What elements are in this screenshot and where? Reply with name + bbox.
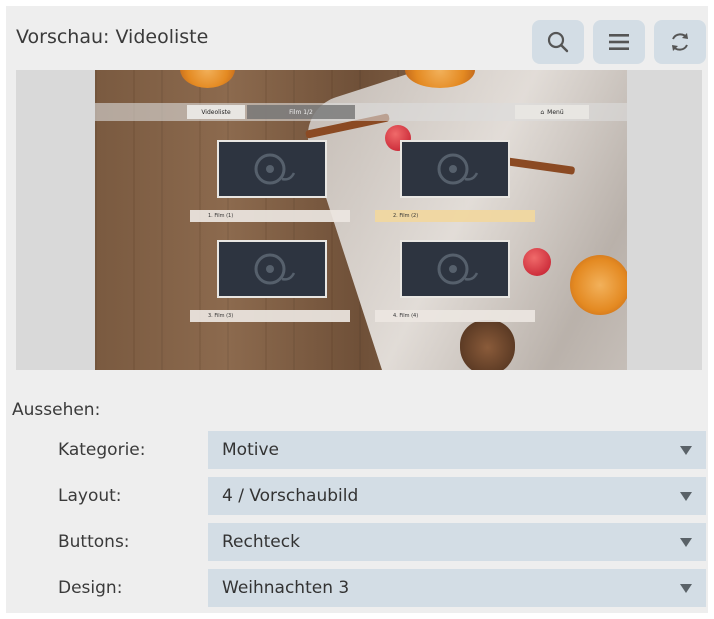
film-reel-icon <box>437 153 479 185</box>
field-label-kategorie: Kategorie: <box>58 440 146 460</box>
preview-tile-label: 3. Film (3) <box>190 310 350 322</box>
orange-slice-decoration <box>180 70 235 88</box>
preview-tile-3 <box>217 240 327 298</box>
chevron-down-icon <box>680 538 692 547</box>
kategorie-select[interactable]: Motive <box>208 431 706 469</box>
preview-nav-menu: ⌂ Menü <box>515 105 589 119</box>
field-label-design: Design: <box>58 578 123 598</box>
section-label-aussehen: Aussehen: <box>12 400 101 420</box>
field-label-buttons: Buttons: <box>58 532 130 552</box>
layout-select-value: 4 / Vorschaubild <box>222 486 359 506</box>
buttons-select-value: Rechteck <box>222 532 300 552</box>
preview-image: Videoliste Film 1/2 ⌂ Menü 1. Film (1) 2… <box>95 70 627 370</box>
menu-button[interactable] <box>593 20 645 64</box>
preview-tile-label: 4. Film (4) <box>375 310 535 322</box>
chevron-down-icon <box>680 584 692 593</box>
chevron-down-icon <box>680 492 692 501</box>
preview-nav-tab-videoliste: Videoliste <box>187 105 245 119</box>
film-reel-icon <box>254 253 296 285</box>
film-reel-icon <box>254 153 296 185</box>
field-label-layout: Layout: <box>58 486 122 506</box>
apple-decoration <box>523 248 551 276</box>
buttons-select[interactable]: Rechteck <box>208 523 706 561</box>
layout-select[interactable]: 4 / Vorschaubild <box>208 477 706 515</box>
refresh-button[interactable] <box>654 20 706 64</box>
preview-tile-2 <box>400 140 510 198</box>
refresh-icon <box>672 33 688 51</box>
search-icon <box>547 31 569 53</box>
pinecone-decoration <box>460 320 515 370</box>
preview-tile-label-selected: 2. Film (2) <box>375 210 535 222</box>
preview-tile-4 <box>400 240 510 298</box>
search-button[interactable] <box>532 20 584 64</box>
kategorie-select-value: Motive <box>222 440 279 460</box>
home-icon: ⌂ <box>540 108 545 116</box>
preview-nav-menu-label: Menü <box>547 108 564 116</box>
preview-tile-1 <box>217 140 327 198</box>
menu-icon <box>609 34 629 50</box>
preview-nav-tab-film: Film 1/2 <box>247 105 355 119</box>
design-select-value: Weihnachten 3 <box>222 578 350 598</box>
design-select[interactable]: Weihnachten 3 <box>208 569 706 607</box>
preview-tile-label: 1. Film (1) <box>190 210 350 222</box>
orange-slice-decoration <box>570 255 627 315</box>
chevron-down-icon <box>680 446 692 455</box>
preview-panel: Vorschau: Videoliste Videoliste Film 1/2… <box>6 6 708 613</box>
film-reel-icon <box>437 253 479 285</box>
panel-title: Vorschau: Videoliste <box>16 26 209 48</box>
